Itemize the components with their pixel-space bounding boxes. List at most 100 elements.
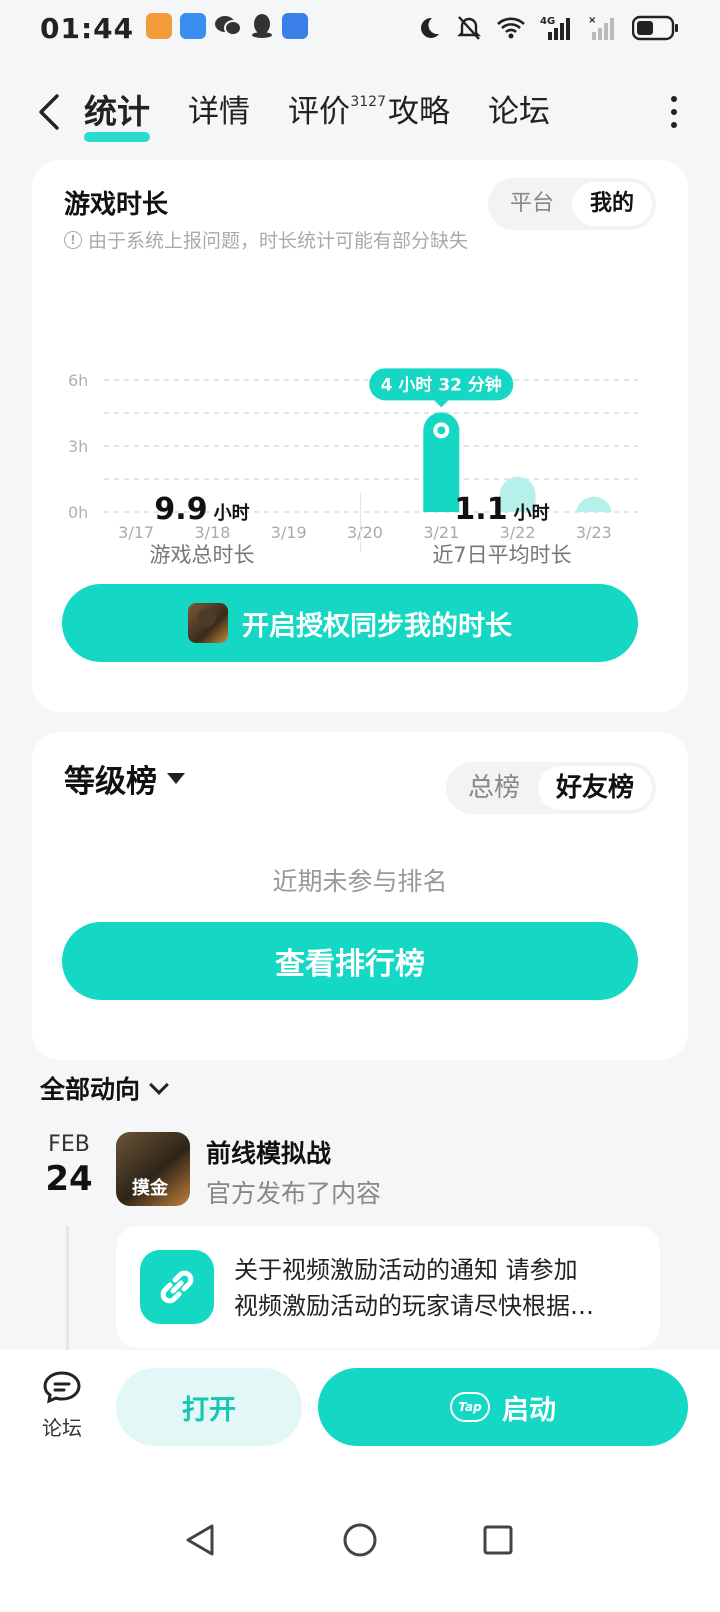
post-card[interactable]: 关于视频激励活动的通知 请参加 视频激励活动的玩家请尽快根据… <box>116 1226 660 1348</box>
game-thumbnail <box>188 603 228 643</box>
activity-header-label: 全部动向 <box>40 1075 141 1104</box>
launch-button[interactable]: Tap 启动 <box>318 1368 688 1446</box>
shield-app-icon <box>282 13 309 39</box>
more-dot-icon <box>671 109 677 115</box>
activity-game-name[interactable]: 前线模拟战 <box>206 1134 331 1170</box>
status-app-icons <box>146 13 309 43</box>
activity-month: FEB <box>48 1132 90 1157</box>
view-leaderboard-button[interactable]: 查看排行榜 <box>62 922 638 1000</box>
activity-date: FEB 24 <box>44 1132 94 1199</box>
nav-back-button[interactable] <box>170 1510 230 1570</box>
wifi-icon <box>496 16 526 40</box>
tab-list: 统计 详情 评价 3127 攻略 论坛 <box>84 86 588 142</box>
forum-label: 论坛 <box>42 1416 82 1440</box>
battery-icon <box>632 15 680 41</box>
bottom-action-bar: 论坛 打开 Tap 启动 <box>0 1350 720 1470</box>
game-avatar[interactable]: 摸金 <box>116 1132 190 1206</box>
chevron-down-icon <box>149 1075 169 1095</box>
status-bar: 01:44 4G × <box>0 0 720 56</box>
link-icon <box>140 1250 214 1324</box>
qq-icon <box>250 13 274 43</box>
more-options-button[interactable] <box>668 96 680 128</box>
wechat-icon <box>214 13 243 43</box>
more-dot-icon <box>671 96 677 102</box>
ranking-empty-text: 近期未参与排名 <box>272 867 448 896</box>
chart-y-tick-label: 3h <box>68 437 88 456</box>
playtime-notice: ! 由于系统上报问题，时长统计可能有部分缺失 <box>64 226 468 253</box>
playtime-source-toggle: 平台 我的 <box>487 178 656 230</box>
more-dot-icon <box>671 122 677 128</box>
tab-details[interactable]: 详情 <box>188 86 250 138</box>
caret-down-icon <box>167 773 185 784</box>
activity-filter-dropdown[interactable]: 全部动向 <box>40 1070 169 1106</box>
total-playtime-unit: 小时 <box>213 503 250 524</box>
total-playtime-label: 游戏总时长 <box>149 543 255 567</box>
nav-home-button[interactable] <box>330 1510 390 1570</box>
game-avatar-badge: 摸金 <box>132 1178 168 1199</box>
signal-empty-icon: × <box>588 14 618 42</box>
sync-playtime-button[interactable]: 开启授权同步我的时长 <box>62 584 638 662</box>
square-recents-icon <box>483 1525 513 1555</box>
svg-text:4G: 4G <box>540 16 555 27</box>
tab-forum[interactable]: 论坛 <box>488 86 550 138</box>
tab-stats[interactable]: 统计 <box>84 86 150 142</box>
toggle-friends[interactable]: 好友榜 <box>537 766 652 810</box>
info-icon: ! <box>64 230 82 249</box>
tab-label: 详情 <box>188 94 250 130</box>
avg-playtime-stat: 1.1 小时 近7日平均时长 <box>352 492 652 569</box>
bag-app-icon <box>180 13 207 39</box>
total-playtime-stat: 9.9 小时 游戏总时长 <box>52 492 352 569</box>
avg-playtime-label: 近7日平均时长 <box>432 543 572 567</box>
post-preview: 关于视频激励活动的通知 请参加 视频激励活动的玩家请尽快根据… <box>234 1252 640 1324</box>
mute-bell-icon <box>456 14 482 42</box>
tab-label: 论坛 <box>488 94 550 130</box>
top-tab-bar: 统计 详情 评价 3127 攻略 论坛 <box>0 80 720 144</box>
tap-logo-icon: Tap <box>450 1392 490 1422</box>
chart-y-tick-label: 6h <box>68 371 88 390</box>
tab-label: 评价 <box>288 94 350 130</box>
tab-label: 攻略 <box>388 94 450 130</box>
total-playtime-value: 9.9 <box>154 492 208 527</box>
playtime-title: 游戏时长 <box>64 190 169 220</box>
avg-playtime-value: 1.1 <box>454 492 508 527</box>
activity-subtitle: 官方发布了内容 <box>206 1179 382 1208</box>
open-button[interactable]: 打开 <box>116 1368 302 1446</box>
post-line-2: 视频激励活动的玩家请尽快根据… <box>234 1292 594 1320</box>
svg-text:×: × <box>588 15 596 26</box>
circle-home-icon <box>343 1523 377 1557</box>
signal-4g-icon: 4G <box>540 14 574 42</box>
ranking-scope-toggle: 总榜 好友榜 <box>445 762 656 814</box>
forum-button[interactable]: 论坛 <box>34 1370 90 1441</box>
tab-guides[interactable]: 攻略 <box>388 86 450 138</box>
toggle-mine[interactable]: 我的 <box>571 182 652 226</box>
heart-app-icon <box>146 13 173 39</box>
back-arrow-icon <box>39 94 59 130</box>
chart-tooltip-pointer <box>434 400 449 408</box>
moon-icon <box>416 15 442 41</box>
chart-tooltip-text: 4 小时 32 分钟 <box>381 374 502 395</box>
triangle-back-icon <box>186 1524 214 1556</box>
tab-reviews[interactable]: 评价 3127 <box>288 86 386 138</box>
tab-label: 统计 <box>84 92 150 131</box>
post-line-1: 关于视频激励活动的通知 请参加 <box>234 1256 578 1284</box>
playtime-card: 游戏时长 ! 由于系统上报问题，时长统计可能有部分缺失 平台 我的 0h 3h 6h… <box>32 160 688 712</box>
timeline-line <box>66 1226 69 1352</box>
toggle-overall[interactable]: 总榜 <box>450 766 538 810</box>
review-count-badge: 3127 <box>350 94 386 110</box>
playtime-bar-chart: 0h3h6h3/17 3/18 3/19 3/20 3/214 小时 32 分钟3/22… <box>68 368 638 542</box>
notice-text: 由于系统上报问题，时长统计可能有部分缺失 <box>88 230 469 252</box>
status-time: 01:44 <box>40 11 135 45</box>
toggle-platform[interactable]: 平台 <box>492 182 572 226</box>
sync-button-label: 开启授权同步我的时长 <box>242 610 512 642</box>
ranking-title: 等级榜 <box>64 764 157 800</box>
ranking-card: 等级榜 总榜 好友榜 近期未参与排名 查看排行榜 <box>32 732 688 1060</box>
nav-recents-button[interactable] <box>468 1510 528 1570</box>
avg-playtime-unit: 小时 <box>513 503 550 524</box>
chat-bubble-icon <box>43 1371 81 1404</box>
activity-day: 24 <box>45 1159 93 1199</box>
back-button[interactable] <box>30 90 66 134</box>
system-nav-bar <box>0 1470 720 1612</box>
launch-label: 启动 <box>502 1394 556 1426</box>
ranking-dropdown[interactable]: 等级榜 <box>64 756 185 801</box>
leaderboard-button-label: 查看排行榜 <box>275 947 425 982</box>
